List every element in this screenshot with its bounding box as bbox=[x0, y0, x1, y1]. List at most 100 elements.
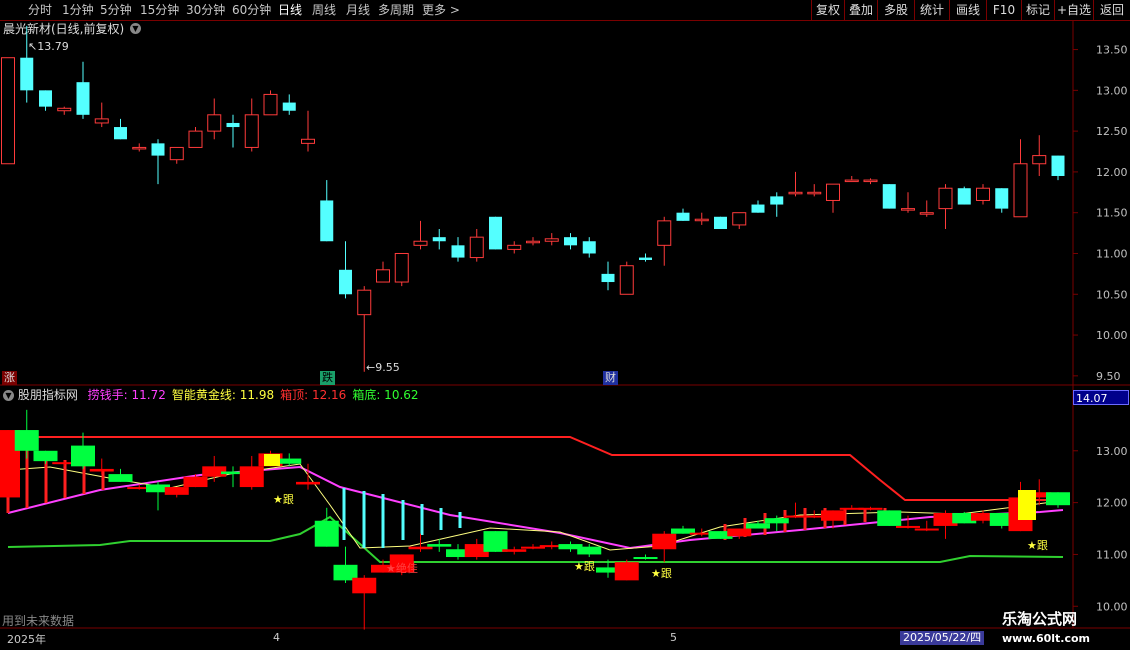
future-data-note: 用到未来数据 bbox=[2, 614, 75, 628]
candle-54 bbox=[1013, 163, 1028, 218]
chevron-down-icon[interactable]: ▼ bbox=[130, 23, 141, 34]
candle-40 bbox=[751, 204, 765, 213]
period-4[interactable]: 30分钟 bbox=[186, 2, 225, 18]
candle-16 bbox=[301, 138, 315, 144]
toolbar-btn-0[interactable]: 复权 bbox=[811, 0, 844, 20]
ind-candle-44 bbox=[821, 510, 845, 521]
ind-candle-5 bbox=[89, 468, 114, 472]
period-1[interactable]: 1分钟 bbox=[62, 2, 94, 18]
price-tick-label-8: 9.50 bbox=[1096, 370, 1121, 383]
toolbar-btn-4[interactable]: 画线 bbox=[949, 0, 986, 20]
ind-candle-26 bbox=[483, 531, 508, 552]
limit-up-tag: 涨 bbox=[2, 371, 17, 385]
toolbar-btn-2[interactable]: 多股 bbox=[877, 0, 914, 20]
candle-21 bbox=[394, 252, 409, 283]
candle-14 bbox=[263, 93, 278, 116]
ind-candle-15 bbox=[277, 458, 302, 464]
period-9[interactable]: 多周期 bbox=[378, 2, 414, 18]
box-bottom-line bbox=[7, 515, 1064, 563]
ind-candle-27 bbox=[502, 549, 527, 552]
candle-6 bbox=[114, 127, 127, 140]
price-tick-label-6: 10.50 bbox=[1096, 288, 1128, 301]
candle-35 bbox=[657, 220, 672, 246]
x-label-april: 4 bbox=[273, 631, 280, 644]
indicator-title: ▼ 股朋指标网 捞钱手: 11.72 智能黄金线: 11.98 箱顶: 12.16 箱… bbox=[3, 388, 419, 402]
x-label-year: 2025年 bbox=[7, 633, 46, 646]
limit-down-tag: 跌 bbox=[320, 371, 335, 385]
ind-candle-13 bbox=[239, 466, 264, 488]
candle-43 bbox=[807, 191, 822, 195]
period-toolbar: 分时 1分钟 5分钟 15分钟 30分钟 60分钟 日线 周线 月线 多周期 更多 > 复权 叠加 多股统… bbox=[0, 0, 1130, 21]
marker-3: ★跟 bbox=[651, 567, 672, 580]
ind-candle-19 bbox=[352, 577, 377, 594]
candle-18 bbox=[339, 269, 352, 295]
watermark: 乐淘公式网 bbox=[1002, 610, 1078, 628]
yellow-line bbox=[7, 463, 1061, 551]
candle-13 bbox=[244, 114, 259, 148]
watermark-url: www.60lt.com bbox=[1002, 632, 1091, 645]
period-8[interactable]: 月线 bbox=[346, 2, 370, 18]
ind-candle-10 bbox=[183, 476, 208, 488]
candle-0 bbox=[1, 57, 15, 165]
marker-4: ★跟 bbox=[1027, 539, 1048, 552]
chart-area: 13.50 13.00 12.50 12.00 11.50 11.00 10.50 10.00… bbox=[0, 21, 1130, 630]
period-10[interactable]: 更多 > bbox=[422, 2, 460, 18]
period-6[interactable]: 日线 bbox=[278, 2, 302, 18]
period-0[interactable]: 分时 bbox=[28, 2, 52, 18]
period-2[interactable]: 5分钟 bbox=[100, 2, 132, 18]
ind-candle-41 bbox=[764, 518, 789, 524]
candle-56 bbox=[1051, 155, 1065, 176]
period-7[interactable]: 周线 bbox=[312, 2, 336, 18]
candle-10 bbox=[188, 130, 203, 148]
ind-candle-46 bbox=[858, 507, 883, 510]
candle-4 bbox=[76, 82, 90, 115]
candle-33 bbox=[619, 265, 634, 295]
candle-3 bbox=[57, 107, 72, 112]
ind-candle-56 bbox=[1046, 492, 1070, 506]
candle-55 bbox=[1032, 155, 1047, 165]
candle-26 bbox=[489, 216, 502, 250]
period-5[interactable]: 60分钟 bbox=[232, 2, 271, 18]
candle-49 bbox=[919, 212, 934, 215]
marker-2: ★跟 bbox=[574, 560, 595, 573]
ind-candle-33 bbox=[614, 562, 639, 581]
toolbar-btn-5[interactable]: F10 bbox=[986, 0, 1021, 20]
candle-34 bbox=[639, 257, 652, 261]
period-3[interactable]: 15分钟 bbox=[140, 2, 179, 18]
indicator-name: 股朋指标网 bbox=[17, 388, 78, 402]
ind-candle-47 bbox=[877, 510, 902, 526]
candle-11 bbox=[207, 114, 222, 132]
collapse-icon[interactable]: ▼ bbox=[3, 390, 14, 401]
candle-17 bbox=[320, 200, 334, 242]
candle-41 bbox=[770, 196, 784, 205]
ind-candle-6 bbox=[108, 474, 133, 482]
low-marker: ←9.55 bbox=[366, 361, 400, 374]
indicator-value-3: 箱底: 10.62 bbox=[352, 388, 419, 402]
candle-27 bbox=[507, 244, 522, 250]
candle-24 bbox=[451, 245, 465, 258]
candle-32 bbox=[601, 273, 615, 283]
current-value-box: 14.07 bbox=[1073, 390, 1129, 405]
toolbar-btn-6[interactable]: 标记 bbox=[1021, 0, 1054, 20]
toolbar-btn-8[interactable]: 返回 bbox=[1093, 0, 1130, 20]
price-tick-label-5: 11.00 bbox=[1096, 247, 1128, 260]
toolbar-btn-3[interactable]: 统计 bbox=[914, 0, 949, 20]
marker-0: ★跟 bbox=[273, 493, 294, 506]
candle-22 bbox=[413, 240, 428, 246]
ind-tick-label-1: 13.00 bbox=[1096, 445, 1128, 458]
candle-2 bbox=[39, 90, 52, 107]
ind-tick-label-3: 11.00 bbox=[1096, 548, 1128, 561]
candle-20 bbox=[376, 269, 390, 283]
candle-8 bbox=[151, 143, 165, 156]
ind-candle-2 bbox=[33, 450, 58, 462]
high-marker: ↖13.79 bbox=[28, 40, 69, 53]
ind-yellow-1 bbox=[264, 454, 280, 466]
candle-50 bbox=[938, 187, 953, 210]
candle-48 bbox=[901, 208, 915, 211]
ind-tick-label-2: 12.00 bbox=[1096, 497, 1128, 510]
indicator-value-0: 捞钱手: 11.72 bbox=[87, 388, 166, 402]
indicator-value-2: 箱顶: 12.16 bbox=[280, 388, 347, 402]
toolbar-btn-1[interactable]: 叠加 bbox=[844, 0, 877, 20]
candle-19 bbox=[357, 289, 372, 316]
toolbar-btn-7[interactable]: +自选 bbox=[1054, 0, 1093, 20]
